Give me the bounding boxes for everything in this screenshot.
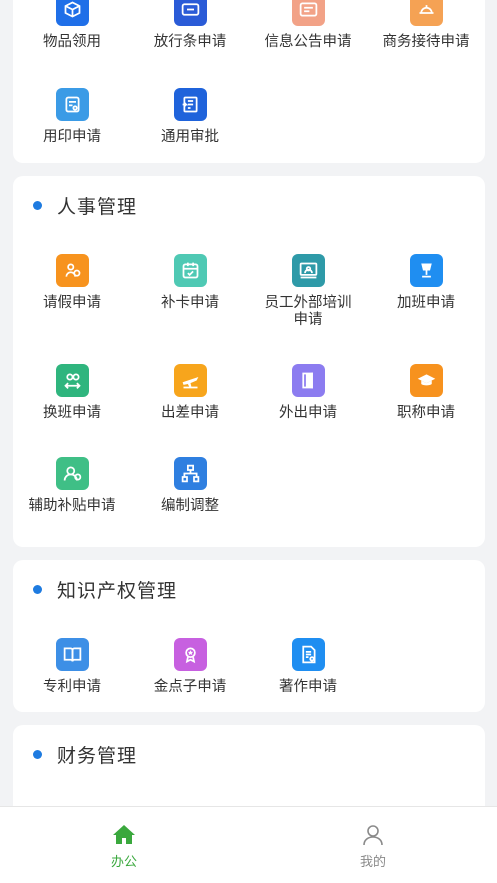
app-item-subsidy[interactable]: 辅助补贴申请 — [13, 457, 131, 515]
app-item-label: 出差申请 — [161, 405, 219, 421]
home-icon — [113, 825, 135, 844]
section-header: 财务管理 — [13, 725, 485, 783]
graduation-cap-icon — [409, 364, 443, 397]
section-dot — [33, 200, 42, 210]
app-item-label: 加班申请 — [397, 295, 455, 311]
announcement-icon — [291, 0, 325, 26]
app-item-label: 放行条申请 — [153, 34, 227, 50]
leave-icon — [55, 254, 89, 287]
app-item-label: 用印申请 — [43, 129, 101, 145]
app-item-professional-title[interactable]: 职称申请 — [367, 364, 485, 422]
idea-icon — [173, 638, 207, 671]
app-item-label: 补卡申请 — [161, 295, 219, 311]
section-title: 知识产权管理 — [57, 579, 178, 602]
app-item-external-training[interactable]: 员工外部培训申请 — [249, 254, 367, 329]
app-item-label: 外出申请 — [279, 405, 337, 421]
app-item-label: 辅助补贴申请 — [28, 498, 116, 514]
hr-management-card: 人事管理 请假申请 补卡申请 员工外部培训申请 加班申请 换班申请 出差申请 外… — [13, 176, 485, 547]
app-item-label: 信息公告申请 — [264, 34, 352, 50]
ip-management-card: 知识产权管理 专利申请 金点子申请 著作申请 — [13, 560, 485, 712]
app-item-seal-request[interactable]: 用印申请 — [13, 88, 131, 146]
box-icon — [55, 0, 89, 26]
app-item-label: 通用审批 — [161, 129, 219, 145]
app-item-copyright[interactable]: 著作申请 — [249, 638, 367, 696]
shift-swap-icon — [55, 364, 89, 397]
app-item-announcement[interactable]: 信息公告申请 — [249, 0, 367, 51]
reception-icon — [409, 0, 443, 26]
section-header: 人事管理 — [13, 176, 485, 234]
app-item-golden-idea[interactable]: 金点子申请 — [131, 638, 249, 696]
app-item-clock-in-fix[interactable]: 补卡申请 — [131, 254, 249, 312]
user-icon — [363, 825, 383, 846]
tab-mine-label: 我的 — [359, 855, 386, 870]
app-item-label: 物品领用 — [43, 34, 101, 50]
org-chart-icon — [173, 457, 207, 490]
app-item-business-trip[interactable]: 出差申请 — [131, 364, 249, 422]
plane-icon — [173, 364, 207, 397]
approval-icon — [173, 88, 207, 121]
app-item-label: 换班申请 — [43, 405, 101, 421]
finance-management-card: 财务管理 — [13, 725, 485, 806]
lamp-icon — [409, 254, 443, 287]
app-item-goods-requisition[interactable]: 物品领用 — [13, 0, 131, 51]
tab-office[interactable]: 办公 — [62, 823, 186, 870]
app-item-outing[interactable]: 外出申请 — [249, 364, 367, 422]
tab-mine[interactable]: 我的 — [311, 823, 435, 870]
section-header: 知识产权管理 — [13, 560, 485, 618]
app-item-label: 职称申请 — [397, 405, 455, 421]
calendar-check-icon — [173, 254, 207, 287]
bottom-tab-bar: 办公 我的 — [0, 806, 497, 883]
app-item-label: 请假申请 — [43, 295, 101, 311]
tab-office-label: 办公 — [110, 855, 137, 870]
app-item-label: 商务接待申请 — [382, 34, 470, 50]
app-item-label: 著作申请 — [279, 679, 337, 695]
app-item-label: 员工外部培训申请 — [264, 295, 352, 328]
seal-icon — [55, 88, 89, 121]
training-icon — [291, 254, 325, 287]
section-title: 财务管理 — [57, 744, 138, 767]
app-item-shift-swap[interactable]: 换班申请 — [13, 364, 131, 422]
general-apps-card: 物品领用 放行条申请 信息公告申请 商务接待申请 用印申请 通用审批 — [13, 0, 485, 163]
section-dot — [33, 749, 42, 759]
book-icon — [55, 638, 89, 671]
app-item-staffing-adjustment[interactable]: 编制调整 — [131, 457, 249, 515]
app-item-label: 专利申请 — [43, 679, 101, 695]
app-item-overtime[interactable]: 加班申请 — [367, 254, 485, 312]
app-item-leave[interactable]: 请假申请 — [13, 254, 131, 312]
subsidy-icon — [55, 457, 89, 490]
main-scroll-area[interactable]: 物品领用 放行条申请 信息公告申请 商务接待申请 用印申请 通用审批 人事管理 … — [0, 0, 497, 806]
section-title: 人事管理 — [57, 195, 138, 218]
document-icon — [291, 638, 325, 671]
app-item-general-approval[interactable]: 通用审批 — [131, 88, 249, 146]
section-dot — [33, 584, 42, 594]
ticket-icon — [173, 0, 207, 26]
door-icon — [291, 364, 325, 397]
app-item-business-reception[interactable]: 商务接待申请 — [367, 0, 485, 51]
app-item-release-pass[interactable]: 放行条申请 — [131, 0, 249, 51]
app-item-label: 金点子申请 — [153, 679, 227, 695]
app-item-patent[interactable]: 专利申请 — [13, 638, 131, 696]
app-item-label: 编制调整 — [161, 498, 219, 514]
